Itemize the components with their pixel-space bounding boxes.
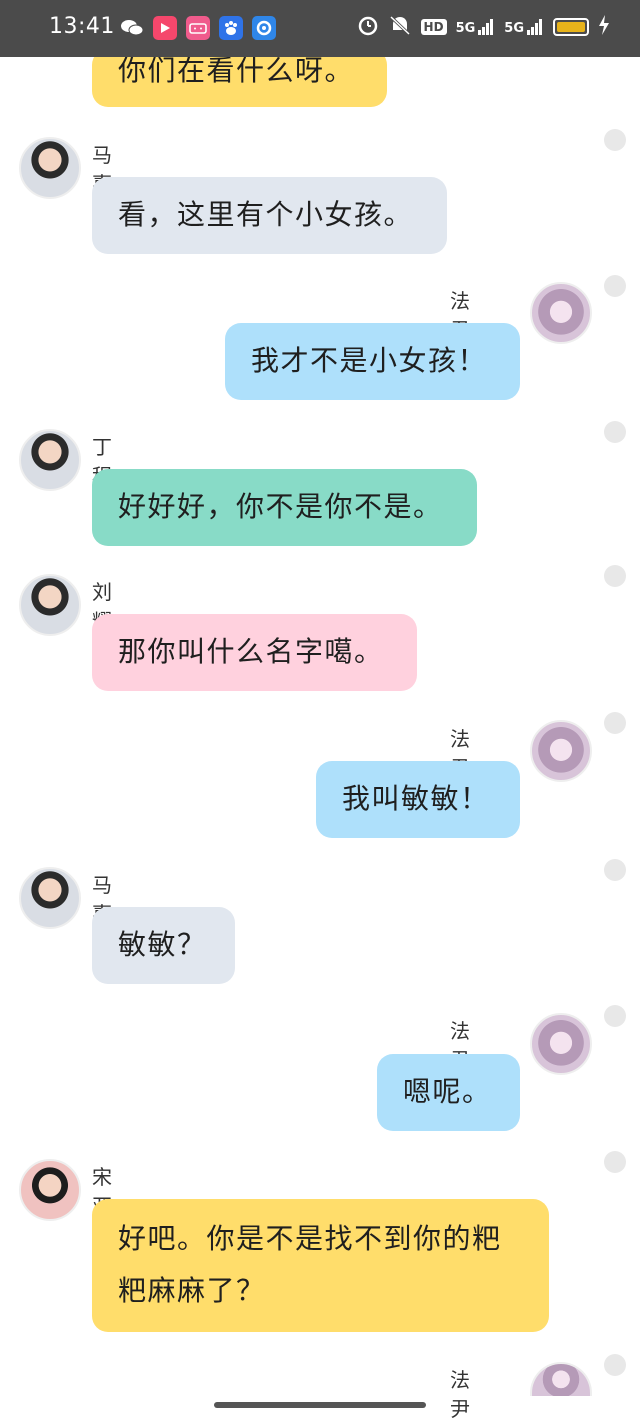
avatar[interactable]: [530, 1013, 592, 1075]
avatar[interactable]: [19, 867, 81, 929]
5g-signal-icon: 5G: [456, 18, 496, 36]
message-bubble: 好吧。你是不是找不到你的粑粑麻麻了？: [92, 1199, 549, 1332]
sender-name: 法尹敏: [450, 1368, 470, 1421]
browser-icon: [252, 16, 276, 40]
message-bubble: 敏敏？: [92, 907, 235, 984]
bilibili-icon: [186, 16, 210, 40]
status-dot: [604, 421, 626, 443]
message-bubble: 你们在看什么呀。: [92, 57, 387, 107]
avatar[interactable]: [530, 720, 592, 782]
status-dot: [604, 275, 626, 297]
battery-icon: [553, 18, 589, 36]
avatar[interactable]: [530, 282, 592, 344]
hd-icon: HD: [420, 19, 447, 35]
avatar[interactable]: [530, 1362, 592, 1396]
notification-icons: [120, 16, 276, 40]
chat-area[interactable]: 你们在看什么呀。 马嘉祺 看，这里有个小女孩。 法尹敏 我才不是小女孩！ 丁程鑫…: [0, 57, 640, 1422]
avatar[interactable]: [19, 137, 81, 199]
message-bubble: 嗯呢。: [377, 1054, 520, 1131]
status-dot: [604, 565, 626, 587]
baidu-icon: [219, 16, 243, 40]
status-dot: [604, 859, 626, 881]
avatar[interactable]: [19, 429, 81, 491]
status-icons: HD 5G 5G: [357, 14, 610, 40]
video-app-icon: [153, 16, 177, 40]
home-indicator[interactable]: [214, 1402, 426, 1408]
message-bubble: 我才不是小女孩！: [225, 323, 520, 400]
status-time: 13:41: [49, 14, 115, 39]
alarm-icon: [357, 14, 379, 40]
status-bar: 13:41 HD 5G 5G: [0, 0, 640, 57]
avatar[interactable]: [19, 1159, 81, 1221]
message-bubble: 看，这里有个小女孩。: [92, 177, 447, 254]
network-label-2: 5G: [504, 21, 524, 36]
status-dot: [604, 1354, 626, 1376]
avatar[interactable]: [19, 574, 81, 636]
mute-icon: [388, 14, 412, 40]
5g-signal-icon-2: 5G: [504, 18, 544, 36]
status-dot: [604, 712, 626, 734]
status-dot: [604, 129, 626, 151]
message-bubble: 那你叫什么名字噶。: [92, 614, 417, 691]
charging-icon: [598, 15, 610, 39]
wechat-icon: [120, 16, 144, 40]
message-bubble: 好好好，你不是你不是。: [92, 469, 477, 546]
network-label: 5G: [455, 21, 476, 36]
status-dot: [604, 1151, 626, 1173]
message-bubble: 我叫敏敏！: [316, 761, 520, 838]
status-dot: [604, 1005, 626, 1027]
